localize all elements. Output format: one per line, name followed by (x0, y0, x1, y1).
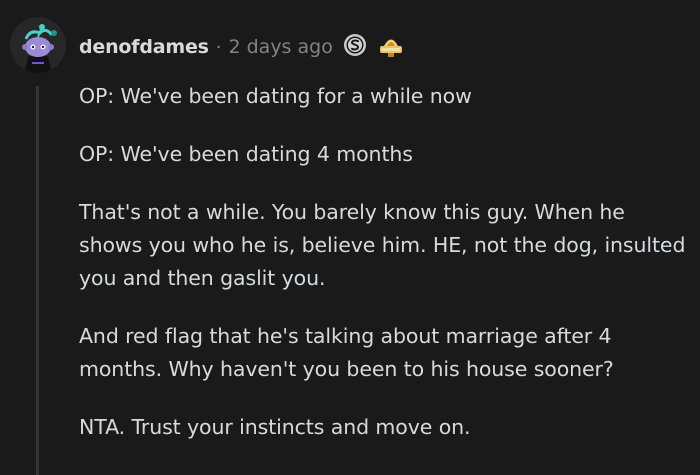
comment-body: OP: We've been dating for a while now OP… (79, 80, 689, 469)
silver-award-icon[interactable] (343, 33, 367, 61)
username-link[interactable]: denofdames (79, 36, 209, 58)
helpful-award-icon[interactable] (377, 32, 405, 62)
comment-paragraph: That's not a while. You barely know this… (79, 200, 686, 290)
avatar[interactable] (10, 17, 66, 73)
timestamp-link[interactable]: 2 days ago (228, 36, 332, 58)
meta-separator: · (215, 36, 222, 58)
comment-paragraph: OP: We've been dating 4 months (79, 142, 413, 166)
comment-paragraph: And red flag that he's talking about mar… (79, 324, 614, 381)
thread-line[interactable] (36, 86, 39, 475)
comment-paragraph: NTA. Trust your instincts and move on. (79, 415, 471, 439)
comment-header: denofdames · 2 days ago (79, 32, 405, 62)
comment-paragraph: OP: We've been dating for a while now (79, 84, 472, 108)
